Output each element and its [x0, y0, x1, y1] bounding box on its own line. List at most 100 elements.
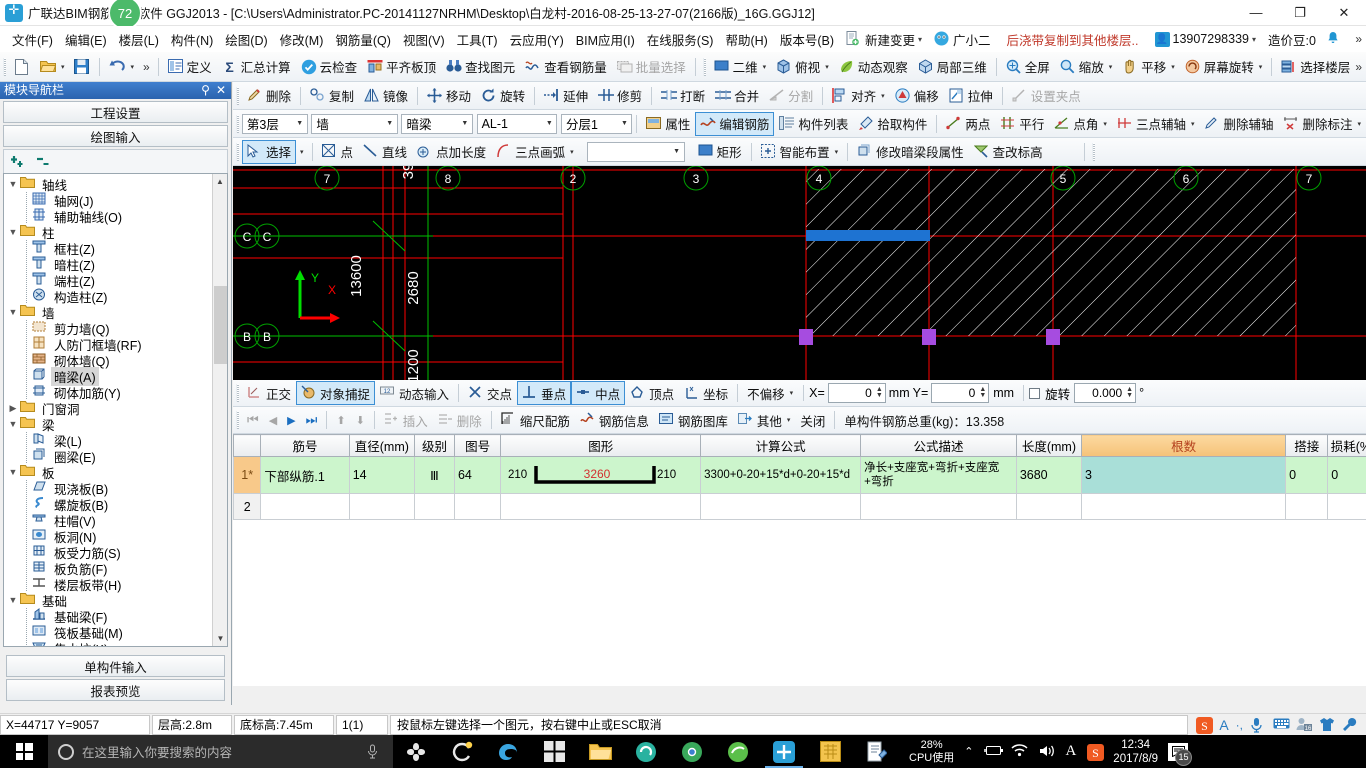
- col-formula-desc[interactable]: 公式描述: [860, 434, 1017, 457]
- open-file-chevron-down-icon[interactable]: ▾: [61, 63, 65, 71]
- category-select-chevron-down-icon[interactable]: ▼: [383, 120, 397, 127]
- offset-button[interactable]: 偏移: [890, 84, 944, 108]
- component-tree[interactable]: ▼ 轴线 轴网(J) 辅助轴线(O) ▼ 柱框柱(Z) 暗柱(Z) 端柱(Z) 构造柱(Z) ▼ 墙…: [3, 173, 228, 647]
- category-select[interactable]: 墙 ▼: [311, 113, 398, 134]
- move-down-button[interactable]: ⬇: [351, 408, 370, 432]
- view-rebar-qty-button[interactable]: 查看钢筋量: [520, 55, 612, 79]
- zoom-chevron-down-icon[interactable]: ▾: [1109, 63, 1113, 71]
- menu-component[interactable]: 构件(N): [165, 27, 219, 52]
- cell-loss[interactable]: [1327, 493, 1366, 520]
- pick-component-button[interactable]: 拾取构件: [853, 112, 932, 136]
- cell-quantity[interactable]: 3: [1081, 456, 1287, 494]
- arc-chevron-down-icon[interactable]: ▾: [570, 148, 574, 156]
- cell-length[interactable]: 3680: [1015, 456, 1083, 494]
- tree-item-23[interactable]: 板受力筋(S): [6, 544, 227, 561]
- snap-coordinate-toggle[interactable]: 坐标: [679, 381, 733, 405]
- bell-icon[interactable]: [1326, 31, 1342, 47]
- pin-icon[interactable]: ⚲: [201, 82, 210, 99]
- screen-rotate-button[interactable]: 屏幕旋转 ▾: [1180, 55, 1268, 79]
- select-floor-button[interactable]: 选择楼层: [1276, 55, 1355, 79]
- offset-mode-chevron-down-icon[interactable]: ▾: [790, 389, 794, 397]
- menu-cloud-app[interactable]: 云应用(Y): [504, 27, 570, 52]
- menu-floor[interactable]: 楼层(L): [113, 27, 165, 52]
- component-type-chevron-down-icon[interactable]: ▼: [458, 120, 472, 127]
- cell-formula[interactable]: [700, 493, 862, 520]
- chevron-down-icon[interactable]: ▼: [6, 227, 20, 237]
- table-row[interactable]: 1* 下部纵筋.1 14 Ⅲ 64 210 3260 210 3300+0-20…: [233, 456, 1366, 494]
- ortho-toggle[interactable]: 正交: [242, 381, 296, 405]
- cell-rebar-no[interactable]: [260, 493, 350, 520]
- close-rebar-editor-button[interactable]: 关闭: [795, 408, 830, 432]
- local-3d-button[interactable]: 局部三维: [913, 55, 992, 79]
- tree-item-16[interactable]: 梁(L): [6, 432, 227, 449]
- chevron-down-icon[interactable]: ▼: [6, 419, 20, 429]
- layer-select-chevron-down-icon[interactable]: ▼: [617, 120, 631, 127]
- fullscreen-button[interactable]: 全屏: [1001, 55, 1055, 79]
- taskbar-app-chrome[interactable]: [669, 735, 715, 768]
- chevron-down-icon[interactable]: ▼: [6, 595, 20, 605]
- cell-lap[interactable]: [1285, 493, 1329, 520]
- set-grip-button[interactable]: 设置夹点: [1007, 84, 1086, 108]
- cell-grade[interactable]: [413, 493, 455, 520]
- promo-banner[interactable]: 后浇带复制到其他楼层..: [997, 28, 1149, 51]
- row-index[interactable]: 2: [233, 493, 262, 520]
- top-view-button[interactable]: 俯视 ▾: [771, 55, 834, 79]
- tree-item-21[interactable]: 柱帽(V): [6, 512, 227, 529]
- three-point-axis-chevron-down-icon[interactable]: ▾: [1191, 120, 1195, 128]
- taskbar-app-sogou[interactable]: [393, 735, 439, 768]
- tree-item-26[interactable]: ▼ 基础: [6, 592, 227, 609]
- offset-mode-select[interactable]: 不偏移 ▾: [742, 381, 798, 405]
- top-view-chevron-down-icon[interactable]: ▾: [825, 63, 829, 71]
- chevron-down-icon[interactable]: ▼: [6, 179, 20, 189]
- tree-scrollbar[interactable]: ▲ ▼: [212, 174, 227, 646]
- parallel-axis-button[interactable]: 平行: [995, 112, 1049, 136]
- copy-button[interactable]: 复制: [305, 84, 359, 108]
- component-name-chevron-down-icon[interactable]: ▼: [542, 120, 556, 127]
- cell-formula-desc[interactable]: 净长+支座宽+弯折+支座宽+弯折: [860, 456, 1017, 494]
- align-button[interactable]: 对齐 ▾: [827, 84, 890, 108]
- tab-project-settings[interactable]: 工程设置: [3, 101, 228, 123]
- cell-formula[interactable]: 3300+0-20+15*d+0-20+15*d: [700, 456, 862, 494]
- cad-canvas[interactable]: 78 23 45 67 CC BB 13600 2680 1200 39 Y X: [233, 166, 1366, 380]
- draw-mode-chevron-down-icon[interactable]: ▼: [670, 148, 684, 155]
- keyboard-icon[interactable]: [1273, 717, 1290, 733]
- object-snap-toggle[interactable]: 对象捕捉: [296, 381, 376, 405]
- tree-item-10[interactable]: 人防门框墙(RF): [6, 336, 227, 353]
- find-element-button[interactable]: 查找图元: [441, 55, 520, 79]
- tree-item-3[interactable]: ▼ 柱: [6, 224, 227, 241]
- modify-beam-segment-button[interactable]: 修改暗梁段属性: [852, 140, 969, 164]
- menu-bim-app[interactable]: BIM应用(I): [570, 27, 641, 52]
- col-formula[interactable]: 计算公式: [700, 434, 862, 457]
- start-button[interactable]: [0, 735, 48, 768]
- dynamic-input-toggle[interactable]: 12 动态输入: [375, 381, 454, 405]
- rotate-button[interactable]: 旋转: [476, 84, 530, 108]
- move-button[interactable]: 移动: [422, 84, 476, 108]
- y-input[interactable]: 0 ▲ ▼: [931, 383, 990, 403]
- draw-toolbar-grip[interactable]: [236, 142, 239, 161]
- taskbar-app-store[interactable]: [531, 735, 577, 768]
- tree-item-28[interactable]: 筏板基础(M): [6, 624, 227, 641]
- tree-item-15[interactable]: ▼ 梁: [6, 416, 227, 433]
- tray-sogou-icon[interactable]: S: [1087, 743, 1105, 761]
- account-chevron-down-icon[interactable]: ▾: [1252, 35, 1256, 44]
- wrench-icon[interactable]: [1342, 717, 1358, 733]
- component-name-select[interactable]: AL-1 ▼: [476, 113, 558, 134]
- tree-item-6[interactable]: 端柱(Z): [6, 272, 227, 289]
- rectangle-tool-button[interactable]: 矩形: [693, 140, 747, 164]
- cell-shape[interactable]: [500, 493, 702, 520]
- ime-mode-icon[interactable]: A: [1219, 717, 1228, 733]
- taskbar-app-edge[interactable]: [485, 735, 531, 768]
- rebar-toolbar-grip[interactable]: [236, 411, 239, 429]
- insert-row-button[interactable]: 插入: [379, 408, 433, 432]
- zoom-button[interactable]: 缩放 ▾: [1055, 55, 1118, 79]
- taskbar-mic-icon[interactable]: [367, 744, 383, 760]
- taskbar-app-360-safe[interactable]: [623, 735, 669, 768]
- component-type-select[interactable]: 暗梁 ▼: [401, 113, 473, 134]
- menu-tools[interactable]: 工具(T): [451, 27, 504, 52]
- edit-toolbar-grip[interactable]: [236, 86, 239, 105]
- menu-modify[interactable]: 修改(M): [274, 27, 330, 52]
- scroll-down-icon[interactable]: ▼: [213, 631, 227, 646]
- close-button[interactable]: ✕: [1322, 0, 1366, 26]
- notification-center-button[interactable]: 15: [1168, 742, 1193, 766]
- x-input[interactable]: 0 ▲ ▼: [827, 383, 886, 403]
